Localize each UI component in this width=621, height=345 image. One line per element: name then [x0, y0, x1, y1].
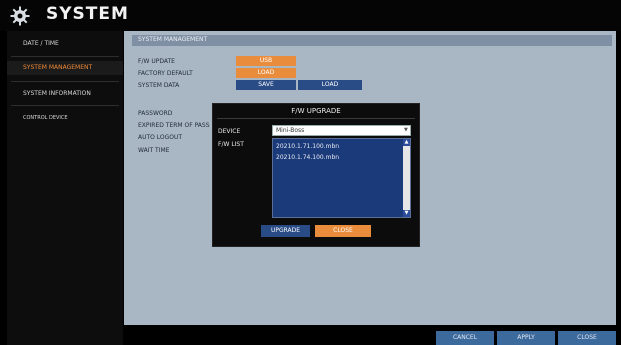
usb-button[interactable]: USB: [236, 56, 296, 66]
fw-update-label: F/W UPDATE: [138, 58, 175, 65]
fw-list[interactable]: [272, 138, 411, 218]
scroll-up-icon[interactable]: ▲: [403, 139, 410, 146]
load-default-button[interactable]: LOAD: [236, 68, 296, 78]
scroll-down-icon[interactable]: ▼: [403, 210, 410, 217]
wait-time-label: WAIT TIME: [138, 147, 170, 154]
password-label: PASSWORD: [138, 110, 173, 117]
factory-default-label: FACTORY DEFAULT: [138, 70, 193, 77]
load-data-button[interactable]: LOAD: [298, 80, 362, 90]
system-data-label: SYSTEM DATA: [138, 82, 180, 89]
dialog-title: F/W UPGRADE: [291, 107, 341, 115]
auto-logout-label: AUTO LOGOUT: [138, 134, 183, 141]
fw-list-label: F/W LIST: [218, 141, 244, 148]
gear-icon: [10, 6, 30, 26]
device-value: Mini-Boss: [276, 127, 305, 134]
sidebar-item-control-device[interactable]: CONTROL DEVICE: [7, 112, 123, 124]
sidebar-item-system-information[interactable]: SYSTEM INFORMATION: [7, 88, 123, 100]
scrollbar[interactable]: [403, 139, 410, 217]
cancel-button[interactable]: CANCEL: [436, 331, 494, 345]
dialog-close-button[interactable]: CLOSE: [315, 225, 371, 237]
apply-button[interactable]: APPLY: [497, 331, 555, 345]
section-title: SYSTEM MANAGEMENT: [138, 36, 208, 43]
sidebar-divider: [11, 81, 119, 82]
save-data-button[interactable]: SAVE: [236, 80, 296, 90]
list-item[interactable]: 20210.1.74.100.mbn: [276, 154, 339, 161]
device-label: DEVICE: [218, 128, 241, 135]
sidebar: DATE / TIME SYSTEM MANAGEMENT SYSTEM INF…: [7, 31, 123, 345]
dialog-divider: [217, 118, 415, 119]
sidebar-item-date-time[interactable]: DATE / TIME: [7, 38, 123, 50]
close-button[interactable]: CLOSE: [558, 331, 616, 345]
sidebar-item-system-management[interactable]: SYSTEM MANAGEMENT: [7, 61, 123, 75]
sidebar-divider: [11, 105, 119, 106]
list-item[interactable]: 20210.1.71.100.mbn: [276, 143, 339, 150]
upgrade-button[interactable]: UPGRADE: [261, 225, 310, 237]
chevron-down-icon: ▼: [404, 127, 408, 133]
page-title: SYSTEM: [46, 4, 129, 24]
sidebar-divider: [11, 56, 119, 57]
expired-term-label: EXPIRED TERM OF PASS: [138, 122, 210, 129]
